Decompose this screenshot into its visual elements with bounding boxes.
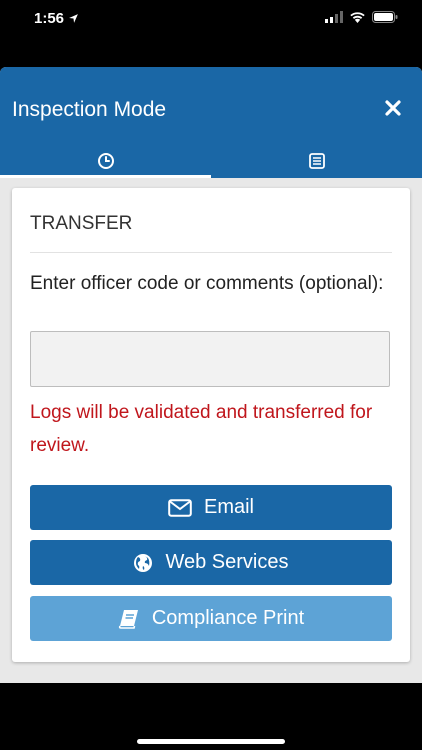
battery-icon [372,11,398,23]
clipboard-icon [308,152,325,169]
clock-icon [97,152,114,169]
home-indicator [137,739,285,744]
wifi-icon [350,12,365,23]
book-icon [118,609,138,629]
envelope-icon [168,498,192,517]
compliance-print-button-label: Compliance Print [151,607,305,629]
close-button[interactable] [382,97,404,119]
email-button-label: Email [203,496,254,518]
web-services-button[interactable]: Web Services [30,540,392,585]
cellular-signal-icon [325,11,343,23]
status-time: 1:56 [34,10,79,27]
web-services-button-label: Web Services [165,551,289,573]
close-icon [385,100,401,116]
officer-code-label: Enter officer code or comments (optional… [30,273,384,294]
section-title: TRANSFER [30,213,133,234]
email-button[interactable]: Email [30,485,392,530]
compliance-print-button[interactable]: Compliance Print [30,596,392,641]
transfer-card: TRANSFER Enter officer code or comments … [12,188,410,662]
inspection-modal: Inspection Mode TRANSFER Enter officer c… [0,67,422,683]
status-bar: 1:56 [0,0,422,40]
tab-clock[interactable] [0,143,211,178]
modal-header: Inspection Mode [0,67,422,178]
modal-title: Inspection Mode [12,98,167,121]
divider [30,252,392,253]
tab-bar [0,143,422,178]
status-time-label: 1:56 [34,10,65,27]
validation-warning: Logs will be validated and transferred f… [30,402,373,456]
status-icons [325,11,398,23]
location-arrow-icon [69,14,78,23]
tab-clipboard[interactable] [211,143,422,178]
officer-code-input[interactable] [30,331,390,387]
globe-icon [134,553,153,572]
